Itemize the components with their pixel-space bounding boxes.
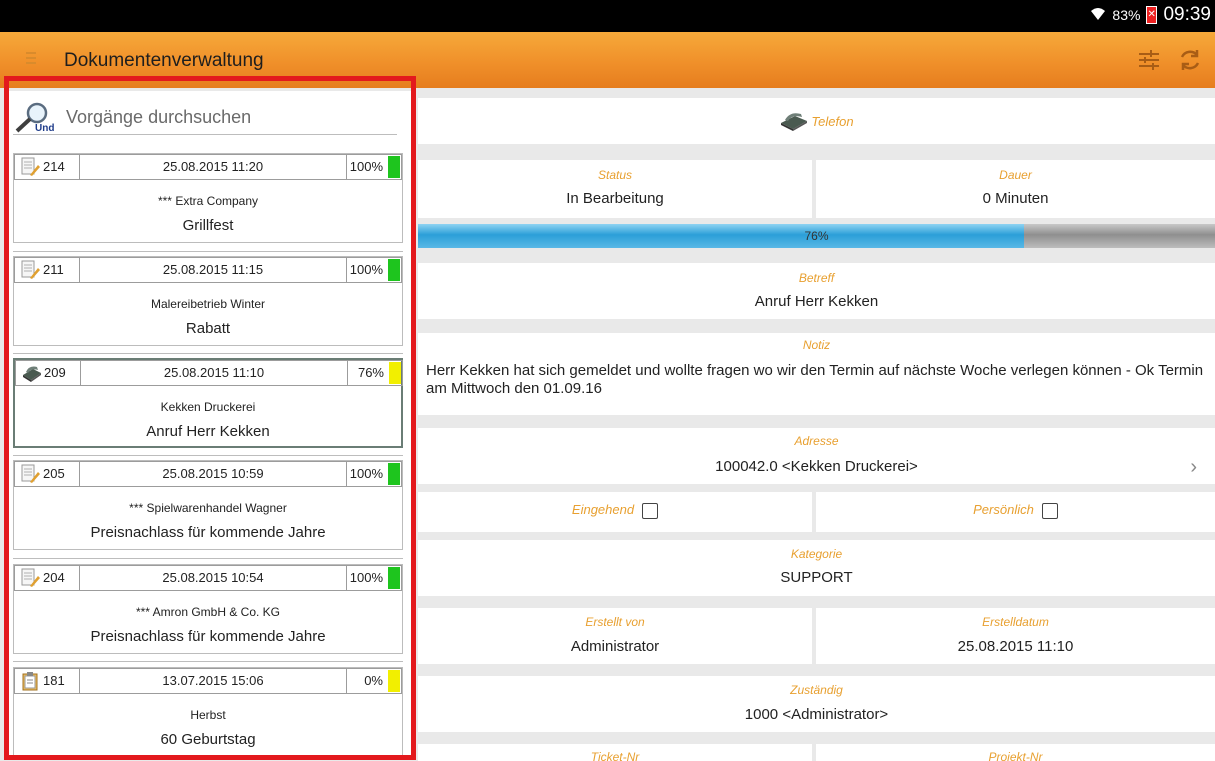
- detail-type-header: Telefon: [418, 98, 1215, 144]
- telephone-icon: [779, 110, 809, 135]
- incoming-field[interactable]: Eingehend: [418, 492, 812, 532]
- status-field: Status In Bearbeitung: [418, 160, 812, 218]
- project-number-field: Projekt-Nr: [816, 744, 1215, 761]
- subject-value: Anruf Herr Kekken: [754, 293, 879, 310]
- clock: 09:39: [1163, 4, 1211, 25]
- incoming-checkbox[interactable]: [642, 502, 659, 519]
- refresh-icon[interactable]: [1177, 47, 1203, 73]
- personal-label: Persönlich: [973, 502, 1034, 517]
- note-value: Herr Kekken hat sich gemeldet und wollte…: [426, 362, 1204, 397]
- created-date-label: Erstelldatum: [982, 615, 1049, 629]
- ticket-number-field: Ticket-Nr: [418, 744, 812, 761]
- address-value: 100042.0 <Kekken Druckerei>: [715, 458, 918, 475]
- ticket-number-label: Ticket-Nr: [590, 750, 640, 761]
- note-field: Notiz Herr Kekken hat sich gemeldet und …: [418, 333, 1215, 415]
- address-label: Adresse: [794, 434, 839, 448]
- chevron-right-icon[interactable]: ›: [1190, 456, 1197, 479]
- subject-field: Betreff Anruf Herr Kekken: [418, 263, 1215, 319]
- address-field[interactable]: Adresse 100042.0 <Kekken Druckerei> ›: [418, 428, 1215, 484]
- highlight-frame: [4, 76, 416, 760]
- note-label: Notiz: [802, 338, 831, 352]
- progress-bar: 76%: [418, 224, 1215, 248]
- app-title: Dokumentenverwaltung: [64, 50, 264, 71]
- incoming-label: Eingehend: [571, 502, 635, 517]
- created-date-value: 25.08.2015 11:10: [957, 638, 1074, 655]
- duration-value: 0 Minuten: [982, 190, 1049, 207]
- created-by-field: Erstellt von Administrator: [418, 608, 812, 664]
- progress-text: 76%: [804, 229, 829, 243]
- battery-icon: [1146, 6, 1158, 24]
- filter-settings-icon[interactable]: [1137, 48, 1161, 72]
- status-label: Status: [597, 168, 633, 182]
- subject-label: Betreff: [798, 271, 835, 285]
- menu-icon[interactable]: [26, 52, 36, 66]
- created-by-value: Administrator: [570, 638, 660, 655]
- status-value: In Bearbeitung: [566, 190, 664, 207]
- duration-field: Dauer 0 Minuten: [816, 160, 1215, 218]
- wifi-icon: [1090, 6, 1106, 25]
- assigned-field: Zuständig 1000 <Administrator>: [418, 676, 1215, 732]
- category-label: Kategorie: [790, 547, 843, 561]
- system-status-bar: 83% 09:39: [0, 0, 1215, 32]
- battery-percent: 83%: [1112, 7, 1141, 23]
- assigned-label: Zuständig: [790, 683, 843, 697]
- personal-checkbox[interactable]: [1041, 502, 1058, 519]
- category-value: SUPPORT: [780, 569, 853, 586]
- detail-type-label: Telefon: [811, 113, 854, 129]
- duration-label: Dauer: [999, 168, 1032, 182]
- personal-field[interactable]: Persönlich: [816, 492, 1215, 532]
- created-by-label: Erstellt von: [585, 615, 645, 629]
- project-number-label: Projekt-Nr: [988, 750, 1043, 761]
- created-date-field: Erstelldatum 25.08.2015 11:10: [816, 608, 1215, 664]
- assigned-value: 1000 <Administrator>: [744, 706, 889, 723]
- category-field: Kategorie SUPPORT: [418, 540, 1215, 596]
